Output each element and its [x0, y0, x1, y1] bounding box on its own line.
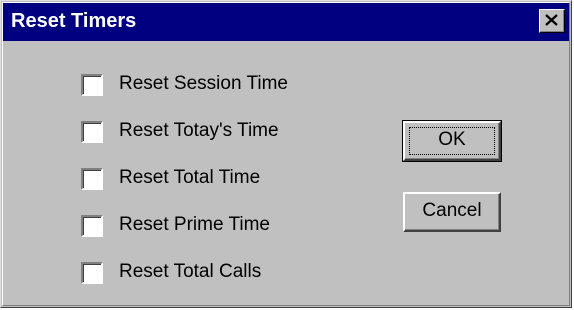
ok-button-label: OK — [438, 129, 466, 150]
close-button[interactable] — [539, 9, 565, 33]
reset-timers-dialog: Reset Timers Reset Session Time Reset To… — [0, 0, 572, 308]
option-label: Reset Total Time — [119, 167, 261, 188]
checkbox-reset-total-calls[interactable] — [81, 262, 103, 284]
title-bar[interactable]: Reset Timers — [3, 3, 569, 41]
checkbox-reset-total-time[interactable] — [81, 168, 103, 190]
option-label: Reset Total Calls — [119, 261, 262, 282]
cancel-button-label: Cancel — [422, 200, 482, 221]
checkbox-reset-prime-time[interactable] — [81, 215, 103, 237]
option-label: Reset Session Time — [119, 73, 288, 94]
close-icon — [545, 14, 558, 26]
option-label: Reset Prime Time — [119, 214, 270, 235]
cancel-button[interactable]: Cancel — [403, 192, 501, 232]
window-title: Reset Timers — [11, 10, 137, 32]
checkbox-reset-session-time[interactable] — [81, 74, 103, 96]
ok-button[interactable]: OK — [402, 120, 502, 162]
option-label: Reset Totay's Time — [119, 120, 279, 141]
checkbox-reset-todays-time[interactable] — [81, 121, 103, 143]
